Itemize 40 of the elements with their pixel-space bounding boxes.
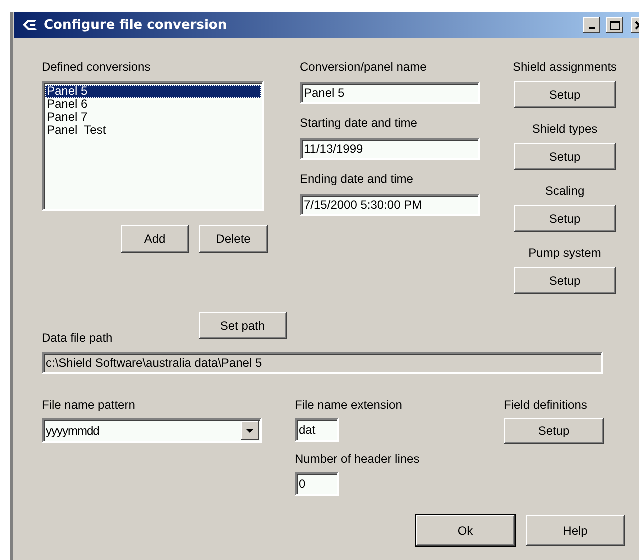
field-label: File name extension — [295, 398, 404, 412]
field-label: Field definitions — [504, 398, 588, 412]
add-button[interactable]: Add — [121, 225, 189, 253]
field-label: Number of header lines — [295, 452, 421, 466]
list-item[interactable]: Panel 5 — [45, 85, 261, 98]
window-title: Configure file conversion — [44, 18, 228, 32]
setup-button[interactable]: Setup — [514, 143, 616, 170]
list-item[interactable]: Panel Test — [45, 124, 261, 137]
field-label: Scaling — [545, 184, 585, 198]
delete-button[interactable]: Delete — [199, 225, 268, 253]
pattern-dropdown[interactable]: yyyymmdd — [42, 418, 262, 443]
ok-button[interactable]: Ok — [416, 515, 515, 546]
maximize-icon — [610, 20, 620, 30]
list-item[interactable]: Panel 7 — [45, 111, 261, 124]
setup-button[interactable]: Setup — [514, 205, 616, 232]
input-field[interactable]: 0 — [295, 472, 339, 496]
field-label: Ending date and time — [300, 172, 414, 186]
field-label: Defined conversions — [42, 60, 152, 74]
dropdown-button[interactable] — [241, 421, 259, 440]
list-item[interactable]: Panel 6 — [45, 98, 261, 111]
field-label: Pump system — [528, 246, 602, 260]
input-field[interactable]: 7/15/2000 5:30:00 PM — [300, 194, 480, 216]
setup-button[interactable]: Setup — [504, 418, 604, 444]
field-label: Data file path — [42, 331, 113, 345]
field-label: File name pattern — [42, 398, 136, 412]
maximize-button[interactable] — [606, 17, 623, 33]
logo-icon — [22, 19, 38, 31]
conversions-list[interactable]: Panel 5 Panel 6 Panel 7 Panel Test — [42, 81, 264, 211]
input-field[interactable]: 11/13/1999 — [300, 138, 480, 160]
input-field[interactable]: dat — [295, 418, 339, 442]
setup-button[interactable]: Setup — [514, 267, 616, 294]
field-label: Shield types — [532, 122, 598, 136]
field-label: Shield assignments — [512, 60, 618, 74]
caret-icon — [246, 428, 254, 432]
input-field[interactable]: Panel 5 — [300, 82, 480, 104]
minimize-button[interactable] — [583, 17, 600, 33]
setup-button[interactable]: Setup — [514, 81, 616, 108]
field-label: Starting date and time — [300, 116, 418, 130]
field-label: Conversion/panel name — [300, 60, 428, 74]
help-button[interactable]: Help — [526, 515, 625, 546]
